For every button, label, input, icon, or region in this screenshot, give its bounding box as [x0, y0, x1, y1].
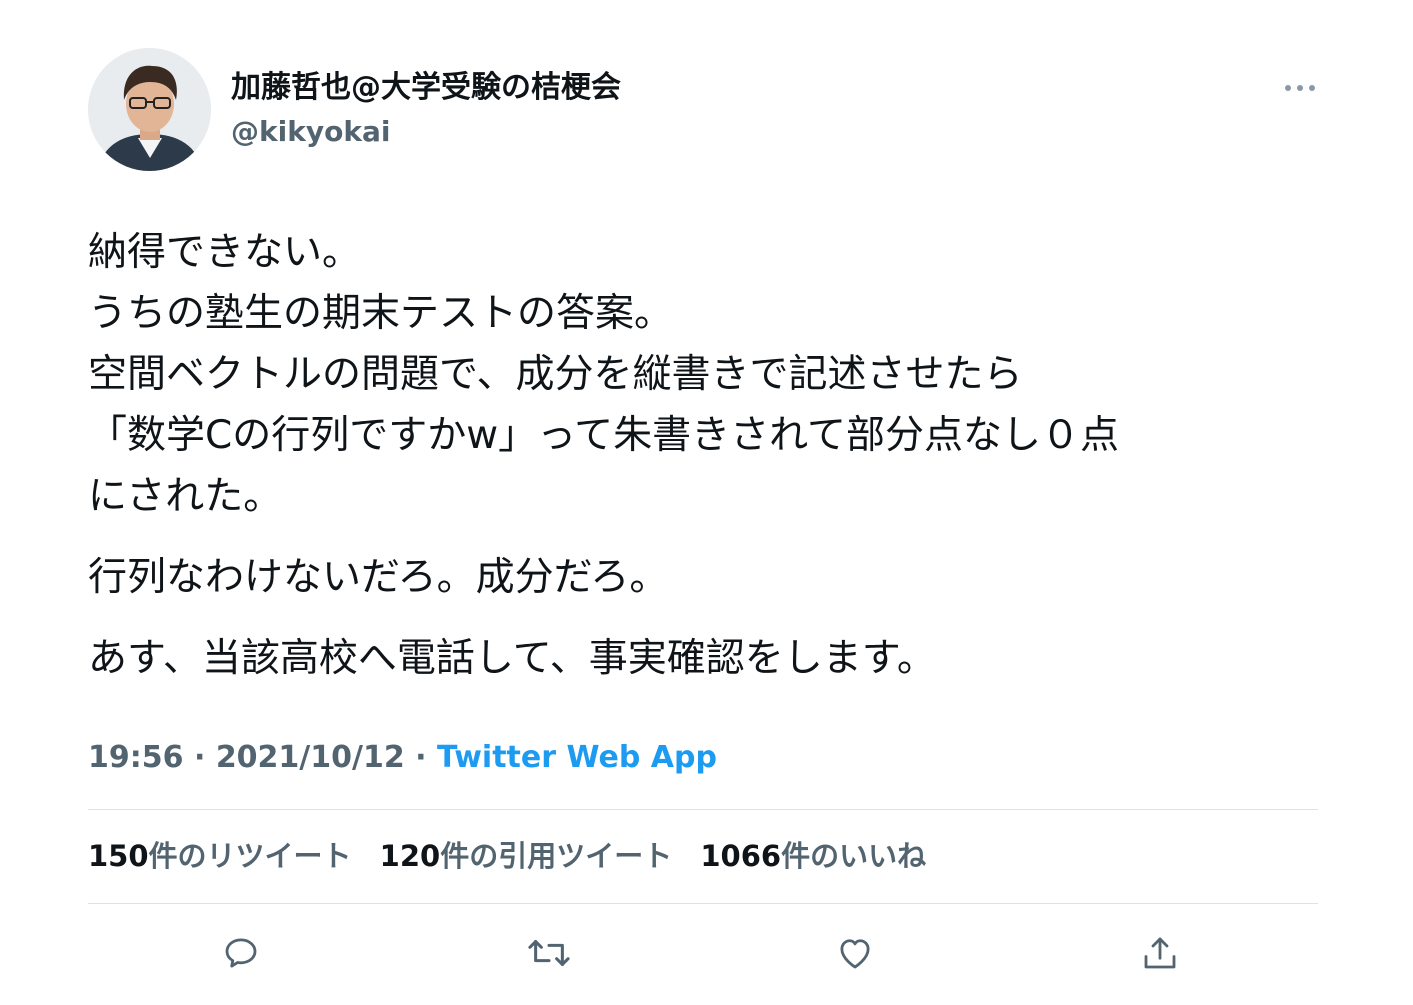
tweet-line: 「数学Cの行列ですかw」って朱書きされて部分点なし０点	[88, 413, 1120, 458]
heart-icon	[840, 939, 870, 969]
divider	[88, 903, 1318, 904]
avatar-image	[88, 48, 211, 171]
tweet-date[interactable]: 2021/10/12	[216, 740, 405, 775]
tweet-source-link[interactable]: Twitter Web App	[437, 740, 717, 775]
share-button[interactable]	[1132, 925, 1188, 981]
quote-count-label: 件の引用ツイート	[440, 839, 673, 873]
meta-separator: ·	[193, 740, 206, 775]
author-display-name[interactable]: 加藤哲也@大学受験の桔梗会	[231, 68, 621, 108]
quote-count: 120	[379, 839, 441, 873]
tweet-line: うちの塾生の期末テストの答案。	[88, 291, 674, 336]
quote-count-link[interactable]: 120件の引用ツイート	[380, 836, 673, 876]
tweet-time[interactable]: 19:56	[88, 740, 184, 775]
retweet-count: 150	[88, 839, 149, 873]
like-count-label: 件のいいね	[781, 839, 927, 873]
tweet-paragraph: あす、当該高校へ電話して、事実確認をします。	[88, 628, 1348, 689]
tweet-metadata: 19:56 · 2021/10/12 · Twitter Web App	[88, 738, 717, 778]
tweet-line: 空間ベクトルの問題で、成分を縦書きで記述させたら	[88, 352, 1023, 397]
tweet: 加藤哲也@大学受験の桔梗会 @kikyokai 納得できない。 うちの塾生の期末…	[0, 0, 1413, 1005]
tweet-paragraph: 納得できない。 うちの塾生の期末テストの答案。 空間ベクトルの問題で、成分を縦書…	[88, 222, 1348, 527]
retweet-count-label: 件のリツイート	[148, 839, 352, 873]
retweet-button[interactable]	[521, 925, 577, 981]
avatar[interactable]	[88, 48, 211, 171]
retweet-icon	[528, 940, 570, 966]
engagement-stats: 150件のリツイート 120件の引用ツイート 1066件のいいね	[88, 836, 944, 876]
reply-icon	[225, 938, 257, 968]
meta-separator: ·	[415, 740, 427, 775]
action-bar	[0, 925, 1413, 981]
like-count: 1066	[700, 839, 782, 873]
divider	[88, 809, 1318, 810]
tweet-paragraph: 行列なわけないだろ。成分だろ。	[88, 547, 1348, 608]
like-button[interactable]	[827, 925, 883, 981]
more-horizontal-icon	[1285, 85, 1315, 91]
tweet-text: 納得できない。 うちの塾生の期末テストの答案。 空間ベクトルの問題で、成分を縦書…	[88, 222, 1348, 689]
more-button[interactable]	[1282, 76, 1318, 100]
tweet-line: 行列なわけないだろ。成分だろ。	[88, 555, 669, 600]
author-handle[interactable]: @kikyokai	[231, 113, 390, 151]
retweet-count-link[interactable]: 150件のリツイート	[88, 836, 352, 876]
share-icon	[1144, 937, 1176, 969]
like-count-link[interactable]: 1066件のいいね	[700, 836, 926, 876]
tweet-line: にされた。	[88, 474, 283, 519]
tweet-line: あす、当該高校へ電話して、事実確認をします。	[88, 636, 936, 681]
tweet-line: 納得できない。	[88, 230, 362, 275]
reply-button[interactable]	[213, 925, 269, 981]
